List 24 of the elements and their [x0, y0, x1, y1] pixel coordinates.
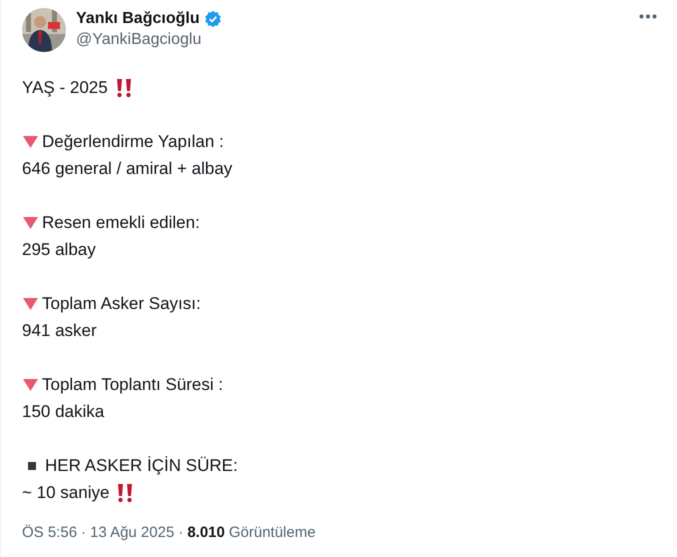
post-text: Toplam Toplantı Süresi :	[42, 374, 224, 394]
post-text: HER ASKER İÇİN SÜRE:	[45, 456, 238, 476]
separator-dot: ·	[81, 524, 86, 541]
more-icon	[639, 14, 657, 19]
views-label: Görüntüleme	[228, 524, 316, 541]
triangle-icon	[22, 296, 39, 310]
author-name[interactable]: Yankı Bağcıoğlu	[76, 10, 200, 28]
post-text: Değerlendirme Yapılan :	[42, 132, 224, 152]
post-text: Toplam Asker Sayısı:	[42, 294, 201, 314]
post-text: Resen emekli edilen:	[42, 212, 200, 232]
post-text: 646 general / amiral + albay	[22, 158, 232, 178]
post-text: YAŞ - 2025	[22, 78, 108, 98]
separator-dot: ·	[178, 524, 184, 541]
post-date[interactable]: 13 Ağu 2025	[90, 524, 174, 541]
post-text: 295 albay	[22, 240, 96, 260]
post-text: ~ 10 saniye	[22, 482, 110, 502]
author-handle[interactable]: @YankiBagcioglu	[76, 31, 625, 49]
triangle-icon	[22, 134, 39, 148]
post-time[interactable]: ÖS 5:56	[22, 524, 78, 541]
post-text: 941 asker	[22, 320, 97, 340]
triangle-icon	[22, 378, 39, 392]
view-count: 8.010	[187, 524, 225, 541]
post-text: 150 dakika	[22, 402, 104, 422]
triangle-icon	[22, 216, 39, 230]
